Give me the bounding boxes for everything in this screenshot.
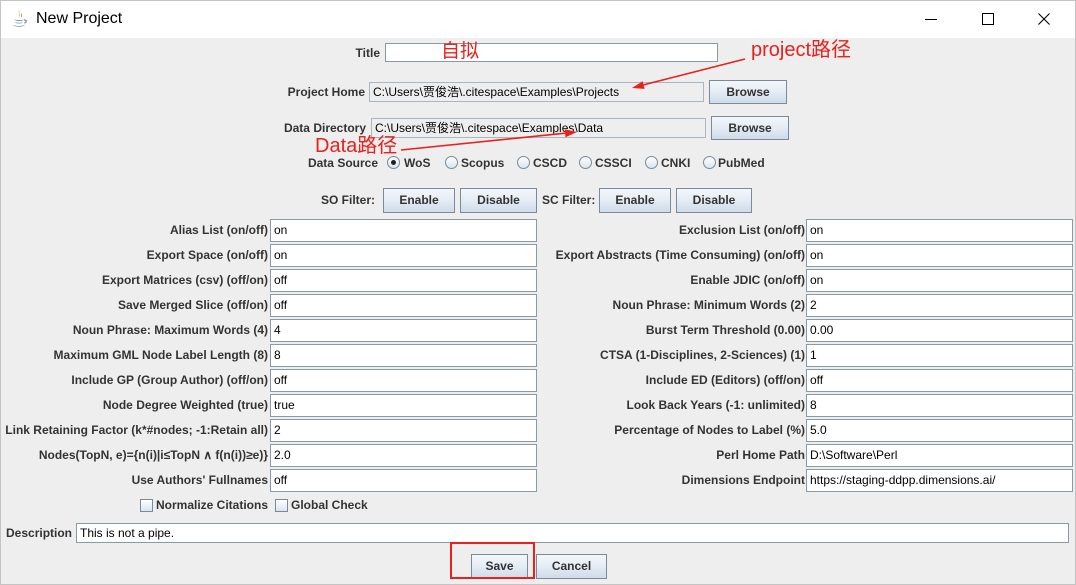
exclusion-list-label: Exclusion List (on/off) <box>679 223 805 237</box>
project-home-label: Project Home <box>287 85 365 99</box>
include-ed-field[interactable]: off <box>806 369 1073 392</box>
save-merged-slice-field[interactable]: off <box>270 294 537 317</box>
include-ed-label: Include ED (Editors) (off/on) <box>645 373 805 387</box>
alias-list-field[interactable]: on <box>270 219 537 242</box>
radio-label: CSSCI <box>595 156 632 170</box>
enable-jdic-field[interactable]: on <box>806 269 1073 292</box>
export-matrices-field[interactable]: off <box>270 269 537 292</box>
data-directory-browse-button[interactable]: Browse <box>711 116 789 140</box>
project-home-field[interactable]: C:\Users\贾俊浩\.citespace\Examples\Project… <box>369 82 704 102</box>
maximize-icon <box>981 13 994 25</box>
title-label: Title <box>355 46 380 60</box>
include-gp-field[interactable]: off <box>270 369 537 392</box>
export-abstracts-field[interactable]: on <box>806 244 1073 267</box>
max-gml-node-label-length-label: Maximum GML Node Label Length (8) <box>53 348 268 362</box>
save-button[interactable]: Save <box>471 554 528 579</box>
cancel-button[interactable]: Cancel <box>536 554 607 579</box>
title-input[interactable] <box>385 43 718 62</box>
export-space-field[interactable]: on <box>270 244 537 267</box>
new-project-form: Title Project Home C:\Users\贾俊浩\.citespa… <box>0 0 1076 585</box>
data-directory-label: Data Directory <box>283 121 366 135</box>
radio-label: CSCD <box>533 156 568 170</box>
checkbox-label: Normalize Citations <box>156 498 269 512</box>
minimize-button[interactable] <box>902 0 959 38</box>
maximize-button[interactable] <box>959 0 1016 38</box>
radio-circle <box>579 156 592 169</box>
data-source-label: Data Source <box>307 156 378 170</box>
dimensions-endpoint-label: Dimensions Endpoint <box>681 473 805 487</box>
so-filter-label: SO Filter: <box>320 193 375 207</box>
description-label: Description <box>6 526 73 540</box>
radio-label: CNKI <box>661 156 691 170</box>
exclusion-list-field[interactable]: on <box>806 219 1073 242</box>
checkbox-label: Global Check <box>291 498 368 512</box>
link-retaining-factor-label: Link Retaining Factor (k*#nodes; -1:Reta… <box>5 423 268 437</box>
percentage-nodes-to-label-field[interactable]: 5.0 <box>806 419 1073 442</box>
data-directory-field[interactable]: C:\Users\贾俊浩\.citespace\Examples\Data <box>371 118 706 138</box>
close-icon <box>1038 13 1050 25</box>
radio-label: PubMed <box>718 156 765 170</box>
noun-phrase-max-words-label: Noun Phrase: Maximum Words (4) <box>72 323 268 337</box>
checkbox-box <box>275 499 288 512</box>
annotation-project-note: project路径 <box>751 39 852 61</box>
annotation-data-note: Data路径 <box>315 135 398 157</box>
node-degree-weighted-label: Node Degree Weighted (true) <box>102 398 268 412</box>
use-authors-fullnames-label: Use Authors' Fullnames <box>131 473 268 487</box>
nodes-topn-e-field[interactable]: 2.0 <box>270 444 537 467</box>
radio-circle <box>445 156 458 169</box>
alias-list-label: Alias List (on/off) <box>170 223 268 237</box>
nodes-topn-e-label: Nodes(TopN, e)={n(i)|i≤TopN ∧ f(n(i))≥e)… <box>38 448 268 462</box>
export-space-label: Export Space (on/off) <box>146 248 268 262</box>
export-matrices-label: Export Matrices (csv) (off/on) <box>101 273 268 287</box>
annotation-title-note: 自拟 <box>441 41 480 62</box>
minimize-icon <box>924 19 937 20</box>
radio-circle <box>645 156 658 169</box>
max-gml-node-label-length-field[interactable]: 8 <box>270 344 537 367</box>
so-filter-enable-button[interactable]: Enable <box>383 188 455 213</box>
percentage-nodes-to-label-label: Percentage of Nodes to Label (%) <box>614 423 805 437</box>
sc-filter-label: SC Filter: <box>542 193 596 207</box>
java-icon <box>9 9 29 29</box>
export-abstracts-label: Export Abstracts (Time Consuming) (on/of… <box>555 248 805 262</box>
window-title: New Project <box>36 10 123 27</box>
checkbox-box <box>140 499 153 512</box>
dimensions-endpoint-field[interactable]: https://staging-ddpp.dimensions.ai/ <box>806 469 1073 492</box>
look-back-years-field[interactable]: 8 <box>806 394 1073 417</box>
radio-label: Scopus <box>461 156 505 170</box>
project-home-browse-button[interactable]: Browse <box>709 80 787 104</box>
close-button[interactable] <box>1016 0 1076 38</box>
radio-circle <box>703 156 716 169</box>
node-degree-weighted-field[interactable]: true <box>270 394 537 417</box>
burst-term-threshold-field[interactable]: 0.00 <box>806 319 1073 342</box>
noun-phrase-min-words-label: Noun Phrase: Minimum Words (2) <box>612 298 805 312</box>
sc-filter-enable-button[interactable]: Enable <box>599 188 671 213</box>
look-back-years-label: Look Back Years (-1: unlimited) <box>626 398 806 412</box>
enable-jdic-label: Enable JDIC (on/off) <box>690 273 805 287</box>
title-bar: New Project <box>0 0 1076 38</box>
save-merged-slice-label: Save Merged Slice (off/on) <box>117 298 268 312</box>
use-authors-fullnames-field[interactable]: off <box>270 469 537 492</box>
radio-circle <box>517 156 530 169</box>
sc-filter-disable-button[interactable]: Disable <box>676 188 752 213</box>
noun-phrase-max-words-field[interactable]: 4 <box>270 319 537 342</box>
perl-home-path-label: Perl Home Path <box>716 448 805 462</box>
ctsa-label: CTSA (1-Disciplines, 2-Sciences) (1) <box>600 348 805 362</box>
noun-phrase-min-words-field[interactable]: 2 <box>806 294 1073 317</box>
radio-label: WoS <box>404 156 431 170</box>
burst-term-threshold-label: Burst Term Threshold (0.00) <box>645 323 805 337</box>
ctsa-field[interactable]: 1 <box>806 344 1073 367</box>
link-retaining-factor-field[interactable]: 2 <box>270 419 537 442</box>
so-filter-disable-button[interactable]: Disable <box>460 188 537 213</box>
description-input[interactable]: This is not a pipe. <box>76 523 1069 543</box>
perl-home-path-field[interactable]: D:\Software\Perl <box>806 444 1073 467</box>
radio-circle <box>387 156 400 169</box>
include-gp-label: Include GP (Group Author) (off/on) <box>71 373 268 387</box>
